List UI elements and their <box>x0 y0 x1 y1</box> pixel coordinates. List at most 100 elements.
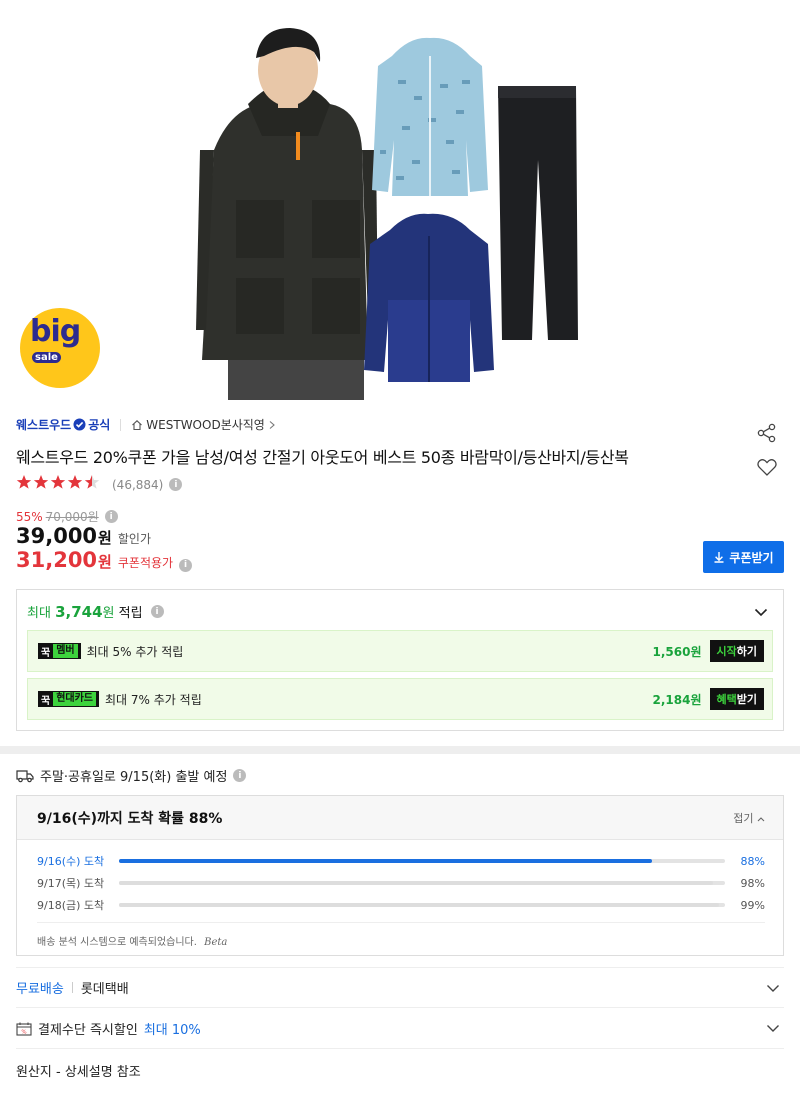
big-label: big <box>30 314 81 349</box>
action-highlight: 혜택 <box>716 693 737 706</box>
payment-discount-text: 결제수단 즉시할인 <box>38 1023 138 1038</box>
chevron-down-icon[interactable] <box>765 1020 781 1036</box>
divider <box>16 967 784 968</box>
rating-count: (46,884) <box>112 477 164 492</box>
kkok-badge: 꾹 멤버 <box>38 643 81 659</box>
probability-fill <box>118 881 713 885</box>
probability-bar <box>118 881 726 885</box>
calendar-discount-icon: % <box>16 1022 32 1035</box>
origin-info: 원산지 - 상세설명 참조 <box>16 1065 141 1080</box>
probability-percent: 99% <box>740 898 765 912</box>
sale-price-label: 할인가 <box>117 532 151 546</box>
reward-item-member: 꾹 멤버 최대 5% 추가 적립 1,560원 시작 하기 <box>27 630 773 672</box>
reward-item-value: 1,560원 <box>652 644 702 659</box>
big-sale-badge: big sale <box>20 308 100 388</box>
action-label: 하기 <box>736 645 757 658</box>
chevron-right-icon <box>269 420 275 429</box>
prediction-note: 배송 분석 시스템으로 예측되었습니다. Beta <box>37 922 765 948</box>
coupon-price-label: 쿠폰적용가 <box>117 556 174 570</box>
info-icon[interactable]: i <box>104 510 118 523</box>
chevron-down-icon[interactable] <box>753 604 769 620</box>
store-name: WESTWOOD본사직영 <box>146 418 265 432</box>
kkok-mark: 꾹 <box>41 647 51 659</box>
reward-item-text: 최대 5% 추가 적립 <box>86 644 184 659</box>
coupon-price-row: 31,200 원 쿠폰적용가 i <box>16 548 193 572</box>
probability-fill <box>118 903 720 907</box>
store-link[interactable]: WESTWOOD본사직영 <box>131 416 276 433</box>
kkok-mark: 꾹 <box>41 695 51 707</box>
reward-amount: 3,744 <box>55 602 103 621</box>
arrival-probability-box: 9/16(수)까지 도착 확률 88% 접기 9/16(수) 도착 88% 9/… <box>16 795 784 956</box>
probability-bar <box>118 859 726 863</box>
sale-price: 39,000 <box>16 524 98 548</box>
home-icon <box>132 419 143 430</box>
rating-row[interactable]: (46,884) i <box>16 474 183 495</box>
reward-item-text: 최대 7% 추가 적립 <box>105 692 202 707</box>
coupon-button-label: 쿠폰받기 <box>729 550 774 565</box>
reward-box: 최대 3,744 원 적립 i 꾹 멤버 최대 5% 추가 적립 1,560원 … <box>16 589 784 731</box>
sale-label: sale <box>32 352 61 363</box>
arrival-date: 9/18(금) 도착 <box>37 899 105 912</box>
heart-icon[interactable] <box>756 456 778 478</box>
divider <box>71 982 73 993</box>
coupon-price-unit: 원 <box>98 553 112 571</box>
benefit-button[interactable]: 혜택 받기 <box>709 688 764 710</box>
arrival-date: 9/17(목) 도착 <box>37 877 105 890</box>
info-icon[interactable]: i <box>169 478 183 491</box>
verified-icon <box>73 418 86 431</box>
reward-unit: 원 <box>102 606 115 621</box>
arrival-probability-header: 9/16(수)까지 도착 확률 88% 접기 <box>17 796 783 840</box>
probability-percent: 98% <box>740 876 765 890</box>
fold-label: 접기 <box>733 811 754 825</box>
start-button[interactable]: 시작 하기 <box>709 640 764 662</box>
action-highlight: 시작 <box>716 645 737 658</box>
beta-label: Beta <box>204 937 228 948</box>
delivery-row[interactable]: 무료배송 롯데택배 <box>16 978 129 997</box>
divider <box>16 1007 784 1008</box>
kkok-tag: 현대카드 <box>53 692 97 706</box>
original-price-row: 55% 70,000원 i <box>16 508 118 525</box>
payment-discount-row[interactable]: % 결제수단 즉시할인 최대 10% <box>16 1019 201 1038</box>
chevron-down-icon[interactable] <box>765 980 781 996</box>
probability-row: 9/16(수) 도착 88% <box>37 850 765 872</box>
kkok-tag: 멤버 <box>53 644 78 658</box>
truck-icon <box>16 769 34 782</box>
reward-item-card: 꾹 현대카드 최대 7% 추가 적립 2,184원 혜택 받기 <box>27 678 773 720</box>
sale-price-unit: 원 <box>98 529 112 547</box>
info-icon[interactable]: i <box>179 558 193 572</box>
divider <box>120 418 122 431</box>
info-icon[interactable]: i <box>233 769 247 782</box>
probability-row: 9/18(금) 도착 99% <box>37 894 765 916</box>
reward-header[interactable]: 최대 3,744 원 적립 i <box>27 602 164 621</box>
fold-button[interactable]: 접기 <box>733 810 765 826</box>
shipping-notice: 주말·공휴일로 9/15(화) 출발 예정 i <box>16 766 247 785</box>
arrival-probability-title: 9/16(수)까지 도착 확률 88% <box>37 810 223 827</box>
probability-percent: 88% <box>740 854 765 868</box>
discount-rate: 55% <box>16 509 43 524</box>
action-label: 받기 <box>736 693 757 706</box>
brand-name[interactable]: 웨스트우드 <box>16 416 71 433</box>
product-title: 웨스트우드 20%쿠폰 가을 남성/여성 간절기 아웃도어 베스트 50종 바람… <box>16 448 629 467</box>
carrier-name: 롯데택배 <box>80 982 129 997</box>
sale-price-row: 39,000 원 할인가 <box>16 524 151 548</box>
kkok-badge: 꾹 현대카드 <box>38 691 100 707</box>
svg-text:%: % <box>21 1029 26 1035</box>
arrival-date: 9/16(수) 도착 <box>37 855 105 868</box>
prediction-note-text: 배송 분석 시스템으로 예측되었습니다. <box>37 937 197 948</box>
official-badge: 공식 <box>73 416 110 433</box>
coupon-button[interactable]: 쿠폰받기 <box>703 541 784 573</box>
share-icon[interactable] <box>756 422 778 444</box>
product-hero-image[interactable]: big sale <box>0 0 800 400</box>
official-label: 공식 <box>88 418 111 432</box>
info-icon[interactable]: i <box>150 605 164 618</box>
original-price: 70,000원 <box>45 510 99 524</box>
stars-icon <box>16 475 100 489</box>
shipping-notice-text: 주말·공휴일로 9/15(화) 출발 예정 <box>40 770 228 785</box>
reward-suffix: 적립 <box>118 606 143 621</box>
seller-row: 웨스트우드 공식 WESTWOOD본사직영 <box>16 416 276 433</box>
probability-row: 9/17(목) 도착 98% <box>37 872 765 894</box>
probability-rows: 9/16(수) 도착 88% 9/17(목) 도착 98% 9/18(금) 도착… <box>37 850 765 916</box>
probability-fill <box>118 859 653 863</box>
reward-item-value: 2,184원 <box>652 692 702 707</box>
payment-discount-highlight: 최대 10% <box>143 1023 201 1038</box>
